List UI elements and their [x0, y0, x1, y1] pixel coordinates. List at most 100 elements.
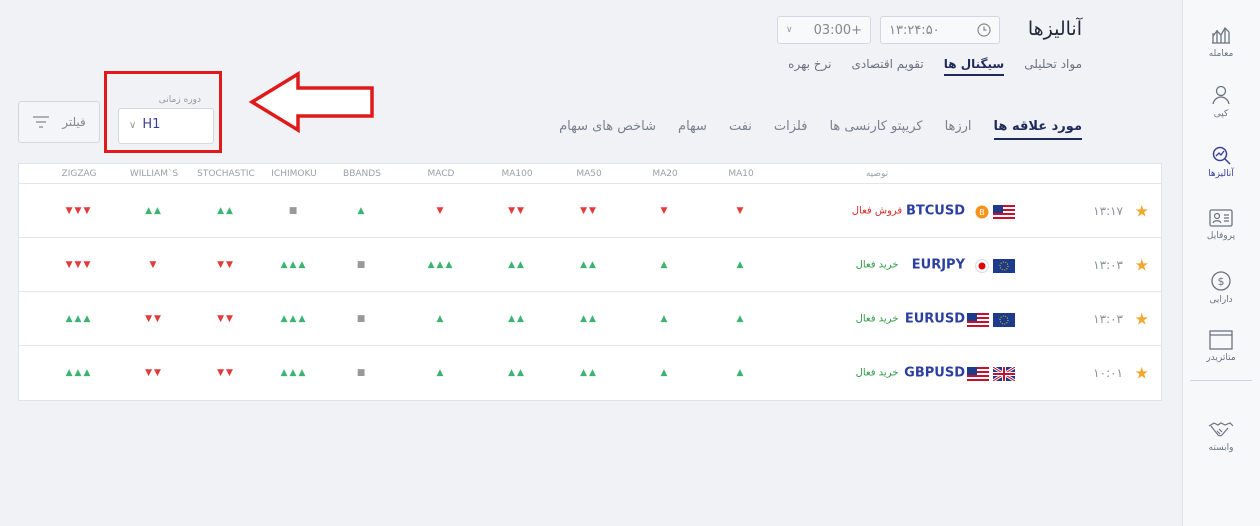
top-tabs: مواد تحلیلی سیگنال ها تقویم اقتصادی نرخ … [788, 57, 1082, 76]
annotation-arrow-icon [248, 70, 374, 134]
signal-ma10: ▼ [736, 205, 746, 216]
recommendation-label: خرید فعال [855, 259, 899, 270]
table-row[interactable]: ▲▲▲ ▼▼ ▼▼ ▲▲▲ ■ ▲ ▲▲ ▲▲ ▲ ▲ خرید فعال GBPUSD ۱۰:۰۱ ★ [19, 346, 1161, 400]
signal-zigzag: ▲▲▲ [65, 313, 93, 324]
sidebar-item-profile[interactable]: پروفایل [1182, 208, 1260, 241]
signal-williams: ▼▼ [145, 368, 163, 378]
sidebar-item-affiliate[interactable]: وابسته [1182, 420, 1260, 453]
row-time: ۱۳:۱۷ [1093, 203, 1123, 218]
pair-flags-icon: B [969, 203, 1015, 219]
tab-signals[interactable]: سیگنال ها [943, 57, 1005, 76]
sidebar-item-metatrader[interactable]: متاتریدر [1182, 330, 1260, 363]
tab-analytical-materials[interactable]: مواد تحلیلی [1024, 57, 1082, 76]
dollar-icon: $ [1211, 271, 1231, 291]
signal-ma10: ▲ [736, 368, 746, 378]
sidebar-item-assets[interactable]: $ دارایی [1182, 270, 1260, 305]
signal-ma10: ▲ [736, 313, 746, 324]
favorite-star-icon[interactable]: ★ [1135, 201, 1149, 220]
pair-flags-icon [967, 365, 1016, 383]
signal-stochastic: ▲▲ [217, 205, 235, 216]
sidebar-item-copy[interactable]: کپی [1182, 84, 1260, 119]
signal-bbands: ■ [356, 313, 368, 324]
handshake-icon [1208, 422, 1234, 437]
symbol-name[interactable]: BTCUSD [906, 203, 965, 218]
header-ma20: MA20 [652, 169, 678, 179]
table-row[interactable]: ▲▲▲ ▼▼ ▼▼ ▲▲▲ ■ ▲ ▲▲ ▲▲ ▲ ▲ خرید فعال EURUSD ۱۳:۰۳ ★ [19, 292, 1161, 346]
category-tabs: مورد علاقه ها ارزها کریپتو کارنسی ها فلز… [559, 119, 1082, 140]
table-row[interactable]: ▼▼▼ ▼ ▼▼ ▲▲▲ ■ ▲▲▲ ▲▲ ▲▲ ▲ ▲ خرید فعال EURJPY ۱۳:۰۳ ★ [19, 238, 1161, 292]
profile-card-icon [1209, 209, 1233, 227]
tab-crypto[interactable]: کریپتو کارنسی ها [829, 119, 922, 140]
signal-stochastic: ▼▼ [217, 368, 235, 378]
signal-stochastic: ▼▼ [217, 313, 235, 324]
timezone-select[interactable]: ∨ 03:00+ [777, 16, 871, 44]
page-title: آنالیزها [1027, 18, 1082, 40]
sidebar-item-label: وابسته [1208, 443, 1234, 453]
signal-ma50: ▼▼ [580, 205, 598, 216]
table-row[interactable]: ▼▼▼ ▲▲ ▲▲ ■ ▲ ▼ ▼▼ ▼▼ ▼ ▼ فروش فعال BTCUSD B ۱۳:۱۷ ★ [19, 184, 1161, 238]
header-bbands: BBANDS [343, 169, 381, 179]
signal-ma50: ▲▲ [580, 259, 598, 270]
row-time: ۱۳:۰۳ [1093, 257, 1123, 272]
signal-williams: ▲▲ [145, 205, 163, 216]
symbol-name[interactable]: EURUSD [905, 311, 965, 326]
window-icon [1209, 330, 1233, 350]
filter-button[interactable]: فیلتر [18, 101, 100, 143]
header-macd: MACD [427, 169, 455, 179]
signal-macd: ▲▲▲ [427, 259, 455, 270]
filter-label: فیلتر [62, 115, 86, 129]
pair-flags-icon [967, 311, 1015, 327]
sidebar-item-trade[interactable]: معامله [1182, 24, 1260, 59]
tab-oil[interactable]: نفت [729, 119, 752, 140]
tab-currencies[interactable]: ارزها [945, 119, 972, 140]
recommendation-label: فروش فعال [851, 205, 903, 216]
tab-indices[interactable]: شاخص های سهام [559, 119, 656, 140]
symbol-name[interactable]: GBPUSD [904, 366, 965, 381]
signal-ma20: ▲ [660, 368, 670, 378]
signal-bbands: ■ [356, 368, 368, 378]
clock-icon [977, 23, 991, 37]
sidebar-item-label: دارایی [1209, 295, 1233, 305]
signal-ma20: ▲ [660, 259, 670, 270]
chart-icon [1212, 26, 1230, 44]
table-header: ZIGZAG WILLIAM`S STOCHASTIC ICHIMOKU BBA… [19, 164, 1161, 184]
header-stochastic: STOCHASTIC [197, 169, 255, 179]
clock-value: ۱۳:۲۴:۵۰ [889, 22, 940, 38]
signals-table: ZIGZAG WILLIAM`S STOCHASTIC ICHIMOKU BBA… [18, 163, 1162, 401]
signal-ma100: ▲▲ [508, 313, 526, 324]
sidebar-item-label: معامله [1208, 49, 1234, 59]
signal-ichimoku: ▲▲▲ [280, 313, 308, 324]
favorite-star-icon[interactable]: ★ [1135, 255, 1149, 274]
sidebar-divider [1190, 380, 1252, 381]
header-zigzag: ZIGZAG [61, 169, 97, 179]
signal-macd: ▼ [436, 205, 446, 216]
signal-zigzag: ▼▼▼ [65, 259, 93, 270]
signal-stochastic: ▼▼ [217, 259, 235, 270]
sidebar-item-analysis[interactable]: آنالیزها [1182, 144, 1260, 179]
signal-bbands: ■ [356, 259, 368, 270]
tab-metals[interactable]: فلزات [774, 119, 808, 140]
favorite-star-icon[interactable]: ★ [1135, 364, 1149, 383]
symbol-name[interactable]: EURJPY [912, 257, 965, 272]
tab-interest-rate[interactable]: نرخ بهره [788, 57, 831, 76]
signal-ma100: ▼▼ [508, 205, 526, 216]
header-ma10: MA10 [728, 169, 754, 179]
signal-ma100: ▲▲ [508, 259, 526, 270]
signal-zigzag: ▲▲▲ [65, 368, 93, 378]
favorite-star-icon[interactable]: ★ [1135, 309, 1149, 328]
recommendation-label: خرید فعال [855, 313, 899, 324]
tab-economic-calendar[interactable]: تقویم اقتصادی [851, 57, 923, 76]
recommendation-label: خرید فعال [855, 367, 899, 379]
timezone-value: 03:00+ [813, 22, 862, 38]
signal-ichimoku: ▲▲▲ [280, 259, 308, 270]
signal-ma50: ▲▲ [580, 368, 598, 378]
signal-williams: ▼▼ [145, 313, 163, 324]
row-time: ۱۳:۰۳ [1093, 311, 1123, 326]
sidebar-item-label: پروفایل [1206, 231, 1236, 241]
header-recommendation: توصیه [865, 169, 889, 179]
tab-favorites[interactable]: مورد علاقه ها [993, 119, 1082, 140]
sidebar: معامله کپی آنالیزها پروفایل $ دارایی متا… [1182, 0, 1260, 526]
svg-text:$: $ [1218, 275, 1225, 288]
signal-ma50: ▲▲ [580, 313, 598, 324]
tab-stocks[interactable]: سهام [678, 119, 707, 140]
